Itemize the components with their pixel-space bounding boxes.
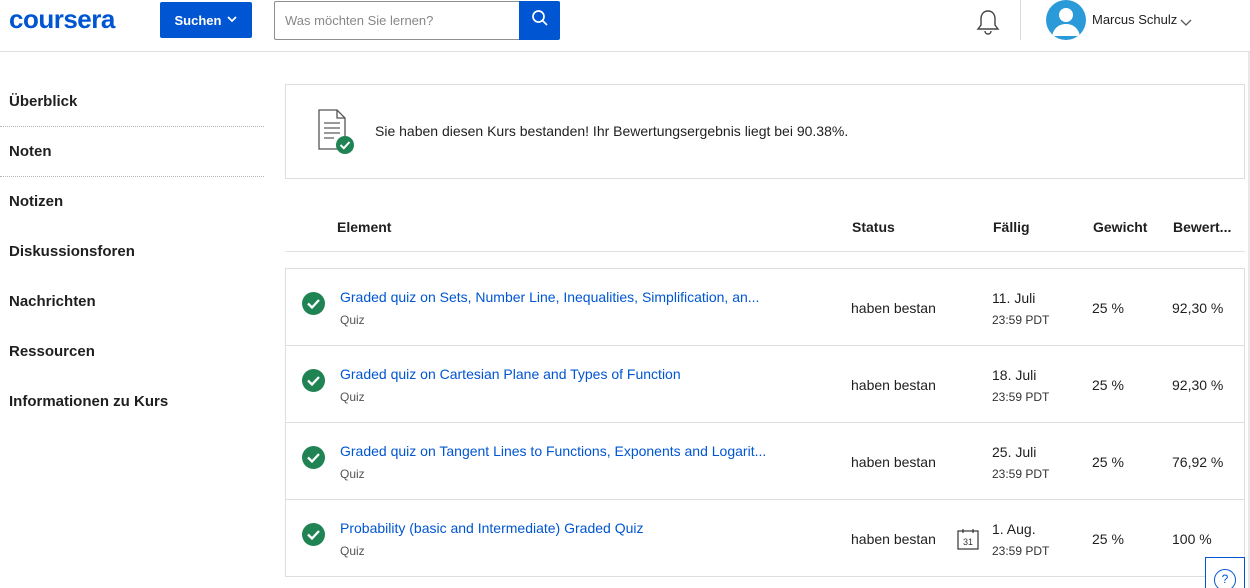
- column-header-grade[interactable]: Bewert...: [1173, 219, 1243, 235]
- sidebar-item-resources[interactable]: Ressourcen: [0, 327, 264, 377]
- course-passed-banner: Sie haben diesen Kurs bestanden! Ihr Bew…: [285, 84, 1245, 179]
- check-circle-icon: [302, 446, 325, 469]
- assignment-weight: 25 %: [1092, 454, 1124, 470]
- assignment-type: Quiz: [340, 544, 365, 558]
- search-dropdown-button[interactable]: Suchen: [160, 2, 252, 38]
- check-circle-icon: [302, 523, 325, 546]
- sidebar-item-overview[interactable]: Überblick: [0, 77, 264, 127]
- due-time: 23:59 PDT: [992, 467, 1050, 481]
- table-row: Graded quiz on Tangent Lines to Function…: [286, 423, 1244, 500]
- calendar-icon[interactable]: 31: [956, 527, 980, 551]
- assignment-grade: 92,30 %: [1172, 300, 1224, 316]
- assignment-grade: 92,30 %: [1172, 377, 1224, 393]
- table-row: Probability (basic and Intermediate) Gra…: [286, 500, 1244, 576]
- due-time: 23:59 PDT: [992, 313, 1050, 327]
- table-row: Graded quiz on Cartesian Plane and Types…: [286, 346, 1244, 423]
- assignment-type: Quiz: [340, 313, 365, 327]
- assignment-link[interactable]: Probability (basic and Intermediate) Gra…: [340, 520, 800, 536]
- bell-icon[interactable]: [975, 8, 1001, 36]
- assignment-grade: 76,92 %: [1172, 454, 1224, 470]
- assignment-weight: 25 %: [1092, 377, 1124, 393]
- column-header-element[interactable]: Element: [337, 219, 391, 235]
- assignment-link[interactable]: Graded quiz on Cartesian Plane and Types…: [340, 366, 800, 382]
- assignment-status: haben bestan: [851, 454, 936, 470]
- assignment-type: Quiz: [340, 390, 365, 404]
- user-avatar-icon[interactable]: [1046, 0, 1086, 40]
- check-circle-icon: [302, 369, 325, 392]
- assignment-link[interactable]: Graded quiz on Tangent Lines to Function…: [340, 443, 800, 459]
- sidebar-item-notes[interactable]: Notizen: [0, 177, 264, 227]
- due-time: 23:59 PDT: [992, 390, 1050, 404]
- assignment-grade: 100 %: [1172, 531, 1212, 547]
- column-header-status[interactable]: Status: [852, 219, 895, 235]
- header-divider: [1020, 0, 1021, 40]
- sidebar-item-discussion-forums[interactable]: Diskussionsforen: [0, 227, 264, 277]
- search-icon: [531, 9, 549, 32]
- course-passed-message: Sie haben diesen Kurs bestanden! Ihr Bew…: [375, 123, 849, 139]
- help-icon: ?: [1214, 569, 1236, 588]
- assignment-status: haben bestan: [851, 300, 936, 316]
- assignment-weight: 25 %: [1092, 300, 1124, 316]
- help-button[interactable]: ?: [1205, 557, 1245, 588]
- chevron-down-icon[interactable]: [1180, 14, 1192, 32]
- grades-table-header: Element Status Fällig Gewicht Bewert...: [285, 205, 1245, 252]
- course-sidebar-nav: Überblick Noten Notizen Diskussionsforen…: [0, 77, 264, 427]
- due-date: 18. Juli: [992, 367, 1037, 383]
- chevron-down-icon: [227, 15, 238, 25]
- assignment-type: Quiz: [340, 467, 365, 481]
- coursera-logo[interactable]: coursera: [9, 4, 115, 35]
- due-date: 25. Juli: [992, 444, 1037, 460]
- due-date: 11. Juli: [992, 290, 1036, 306]
- user-name[interactable]: Marcus Schulz: [1092, 12, 1177, 27]
- column-header-due[interactable]: Fällig: [993, 219, 1030, 235]
- grades-table: Graded quiz on Sets, Number Line, Inequa…: [285, 268, 1245, 577]
- sidebar-item-course-info[interactable]: Informationen zu Kurs: [0, 377, 264, 427]
- top-navigation-bar: coursera Suchen Marcus Schulz: [0, 0, 1250, 52]
- assignment-status: haben bestan: [851, 531, 936, 547]
- column-header-weight[interactable]: Gewicht: [1093, 219, 1147, 235]
- search-input[interactable]: [274, 1, 520, 40]
- search-submit-button[interactable]: [519, 1, 560, 40]
- sidebar-item-grades[interactable]: Noten: [0, 127, 264, 177]
- document-check-icon: [316, 109, 356, 155]
- assignment-weight: 25 %: [1092, 531, 1124, 547]
- check-circle-icon: [302, 292, 325, 315]
- sidebar-item-messages[interactable]: Nachrichten: [0, 277, 264, 327]
- due-time: 23:59 PDT: [992, 544, 1050, 558]
- due-date: 1. Aug.: [992, 521, 1036, 537]
- assignment-status: haben bestan: [851, 377, 936, 393]
- search-dropdown-label: Suchen: [174, 12, 222, 28]
- table-row: Graded quiz on Sets, Number Line, Inequa…: [286, 269, 1244, 346]
- assignment-link[interactable]: Graded quiz on Sets, Number Line, Inequa…: [340, 289, 800, 305]
- calendar-day-label: 31: [963, 537, 973, 547]
